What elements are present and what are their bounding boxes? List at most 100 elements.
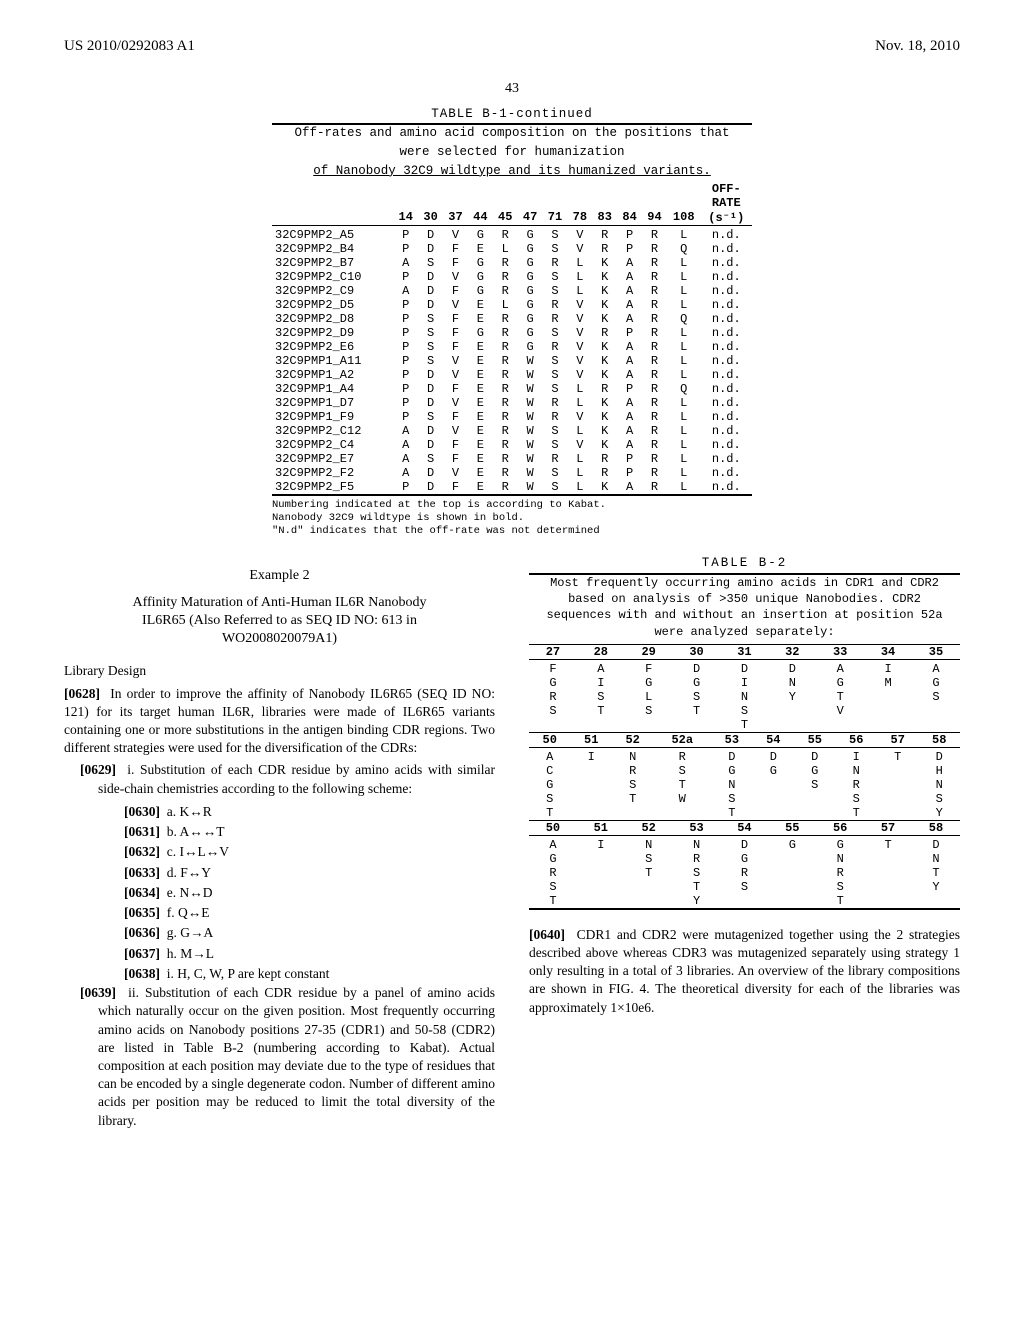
aa-cell: D [418,284,443,298]
aa-cell: S [543,270,568,284]
aa-cell: P [617,228,642,242]
row-name: 32C9PMP2_F2 [272,466,393,480]
aa-cell: S [543,368,568,382]
row-name: 32C9PMP2_F5 [272,480,393,494]
aa-cell: S [543,382,568,396]
off-rate-cell: n.d. [701,354,752,368]
paragraph-0628: [0628] In order to improve the affinity … [64,685,495,758]
aa-cell [577,866,625,880]
aa-cell: R [653,750,711,764]
table-row: 32C9PMP1_A11PSVERWSVKARLn.d. [272,354,752,368]
aa-cell: L [667,424,701,438]
aa-cell [864,690,912,704]
aa-cell [768,852,816,866]
aa-cell: T [836,806,877,820]
scheme-text: f. Q↔E [167,905,210,920]
aa-cell: D [912,838,960,852]
aa-cell: P [393,242,418,256]
aa-cell: I [836,750,877,764]
aa-cell: I [577,838,625,852]
row-name: 32C9PMP1_D7 [272,396,393,410]
aa-cell: L [667,438,701,452]
aa-cell: R [592,452,617,466]
aa-cell: L [667,228,701,242]
table-row: 32C9PMP2_F2ADVERWSLRPRLn.d. [272,466,752,480]
aa-cell: Q [667,242,701,256]
off-rate-cell: n.d. [701,396,752,410]
aa-cell: S [543,228,568,242]
table-row: 32C9PMP1_A2PDVERWSVKARLn.d. [272,368,752,382]
aa-cell: F [443,340,468,354]
scheme-num: [0637] [124,946,160,961]
row-name: 32C9PMP1_A4 [272,382,393,396]
aa-cell [653,806,711,820]
scheme-text: b. A↔↔T [167,824,225,839]
para-text-0639: ii. Substitution of each CDR residue by … [98,985,495,1128]
aa-cell: P [617,466,642,480]
aa-cell [864,866,912,880]
aa-cell: W [518,410,543,424]
aa-cell: P [393,298,418,312]
aa-cell: I [864,662,912,676]
aa-cell: V [443,354,468,368]
aa-cell: R [543,256,568,270]
aa-cell: F [443,312,468,326]
aa-cell: A [617,312,642,326]
col-head: 53 [711,733,752,748]
aa-cell: G [912,676,960,690]
para-text-0640: CDR1 and CDR2 were mutagenized together … [529,927,960,1015]
table-b1-body: OFF- RATE 1430374445477178838494108(s⁻¹)… [272,182,752,494]
aa-cell: K [592,256,617,270]
row-name: 32C9PMP2_A5 [272,228,393,242]
aa-cell: D [673,662,721,676]
aa-cell: S [418,256,443,270]
table-row: AINNDGGTD [529,838,960,852]
aa-cell: D [418,270,443,284]
aa-cell: T [721,718,769,732]
aa-cell: S [529,792,570,806]
aa-cell: D [418,438,443,452]
aa-cell: N [673,838,721,852]
aa-cell: E [468,354,493,368]
aa-cell: R [543,410,568,424]
scheme-num: [0631] [124,824,160,839]
page-number: 43 [64,81,960,97]
aa-cell: E [468,396,493,410]
aa-cell [864,718,912,732]
aa-cell: L [667,270,701,284]
col-head: 37 [443,210,468,226]
aa-cell: Y [912,880,960,894]
aa-cell: S [721,880,769,894]
aa-cell: P [393,382,418,396]
table-row: FAFDDDAIA [529,662,960,676]
aa-cell: R [543,298,568,312]
table-row: 32C9PMP2_B7ASFGRGRLKARLn.d. [272,256,752,270]
aa-cell: R [642,452,667,466]
aa-cell [529,718,577,732]
aa-cell: Q [667,382,701,396]
table-row: STSSY [529,880,960,894]
aa-cell: S [529,880,577,894]
row-name: 32C9PMP2_C10 [272,270,393,284]
table-row: GSTNSRN [529,778,960,792]
table-row: CRSGGGNH [529,764,960,778]
example-title-l3: WO2008020079A1) [82,630,477,648]
aa-cell: R [592,326,617,340]
row-name: 32C9PMP2_E7 [272,452,393,466]
table-b1-title: TABLE B-1-continued [272,107,752,121]
scheme-item: [0630] a. K↔R [124,802,495,822]
aa-cell: G [529,778,570,792]
aa-cell [768,704,816,718]
aa-cell: R [493,438,518,452]
aa-cell: D [418,424,443,438]
aa-cell: W [518,438,543,452]
table-b1: TABLE B-1-continued Off-rates and amino … [272,107,752,538]
off-rate-cell: n.d. [701,466,752,480]
aa-cell: K [592,354,617,368]
aa-cell: K [592,368,617,382]
aa-cell: G [711,764,752,778]
aa-cell: L [567,480,592,494]
aa-cell: A [393,466,418,480]
row-name: 32C9PMP1_A11 [272,354,393,368]
aa-cell: P [393,410,418,424]
